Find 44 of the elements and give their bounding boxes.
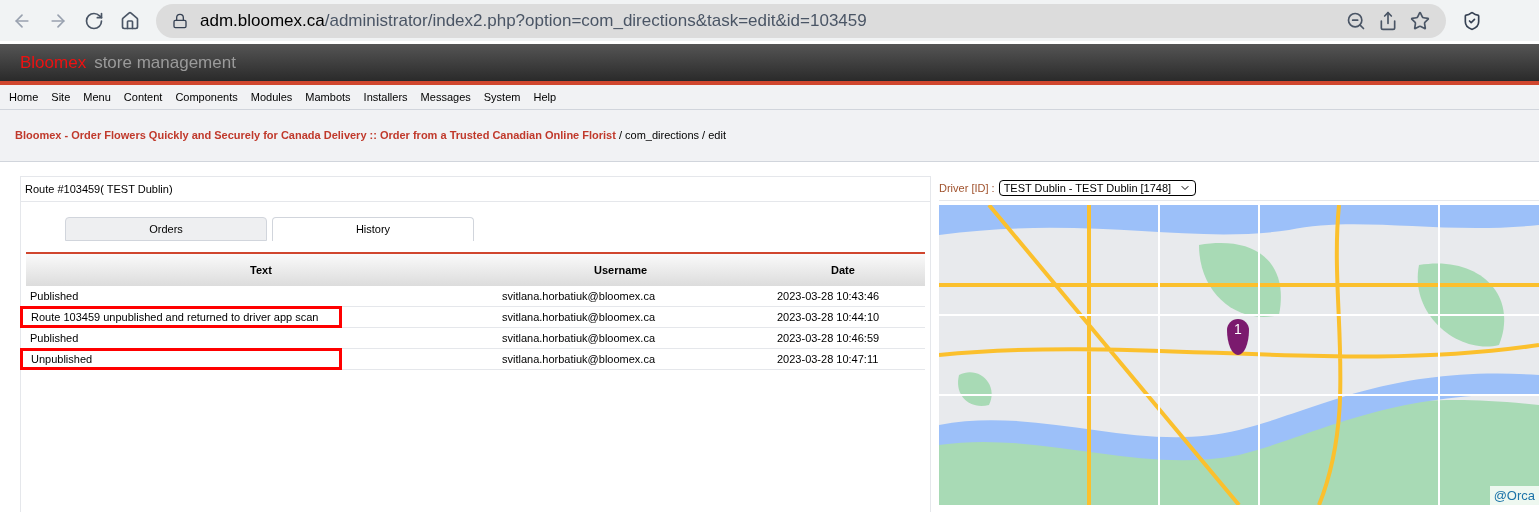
menu-item[interactable]: Menu bbox=[83, 88, 111, 106]
menu-item[interactable]: Messages bbox=[420, 88, 471, 106]
table-cell-text: 2023-03-28 10:43:46 bbox=[776, 288, 881, 304]
table-cell-text: svitlana.horbatiuk@bloomex.ca bbox=[501, 309, 657, 325]
lock-icon bbox=[172, 12, 188, 29]
address-bar[interactable]: adm.bloomex.ca/administrator/index2.php?option=com_directions&task=edit&id=103459 bbox=[156, 3, 1446, 38]
share-icon[interactable] bbox=[1378, 10, 1398, 31]
breadcrumb-path: / com_directions / edit bbox=[617, 128, 726, 144]
route-title: Route #103459( TEST Dublin) bbox=[25, 181, 173, 197]
zoom-out-icon[interactable] bbox=[1346, 10, 1366, 31]
menu-item[interactable]: Modules bbox=[250, 88, 293, 106]
table-cell-text: svitlana.horbatiuk@bloomex.ca bbox=[501, 330, 657, 346]
reload-icon[interactable] bbox=[84, 10, 104, 31]
table-cell: Route 103459 unpublished and returned to driver app scan bbox=[23, 308, 339, 326]
brand-subtitle: store management bbox=[94, 51, 236, 74]
driver-select[interactable]: TEST Dublin - TEST Dublin [1748] bbox=[998, 180, 1197, 196]
tab[interactable]: Orders bbox=[65, 217, 267, 241]
menu-item[interactable]: Components bbox=[175, 88, 238, 106]
menu-item[interactable]: Site bbox=[51, 88, 71, 106]
table-cell-text: 2023-03-28 10:46:59 bbox=[776, 330, 881, 346]
home-icon[interactable] bbox=[120, 10, 140, 31]
table-cell-text: 2023-03-28 10:47:11 bbox=[776, 351, 880, 367]
table-cell-text: svitlana.horbatiuk@bloomex.ca bbox=[501, 288, 657, 304]
column-header: Text bbox=[249, 262, 273, 278]
table-cell-text: svitlana.horbatiuk@bloomex.ca bbox=[501, 351, 657, 367]
table-cell: Unpublished bbox=[23, 350, 339, 368]
breadcrumb-link[interactable]: Bloomex - Order Flowers Quickly and Securely for Canada Delivery :: Order from a Trusted Canadian Online Florist bbox=[15, 127, 616, 144]
url-text: adm.bloomex.ca/administrator/index2.php?option=com_directions&task=edit&id=103459 bbox=[200, 9, 867, 32]
bookmark-icon[interactable] bbox=[1410, 10, 1430, 31]
menu-item[interactable]: Installers bbox=[363, 88, 408, 106]
tab[interactable]: History bbox=[272, 217, 474, 241]
menu-item[interactable]: System bbox=[483, 88, 521, 106]
menu-item[interactable]: Mambots bbox=[305, 88, 351, 106]
menu-item[interactable]: Help bbox=[533, 88, 557, 106]
brand-name: Bloomex bbox=[20, 51, 87, 74]
shield-icon[interactable] bbox=[1462, 10, 1482, 31]
column-header: Date bbox=[830, 262, 856, 278]
menu-item[interactable]: Home bbox=[9, 88, 39, 106]
table-cell-text: Published bbox=[30, 330, 79, 346]
driver-label: Driver [ID] : bbox=[939, 180, 995, 196]
menu-item[interactable]: Content bbox=[123, 88, 163, 106]
table-cell-text: 2023-03-28 10:44:10 bbox=[776, 309, 881, 325]
table-cell-text: Published bbox=[30, 288, 79, 304]
column-header: Username bbox=[593, 262, 649, 278]
